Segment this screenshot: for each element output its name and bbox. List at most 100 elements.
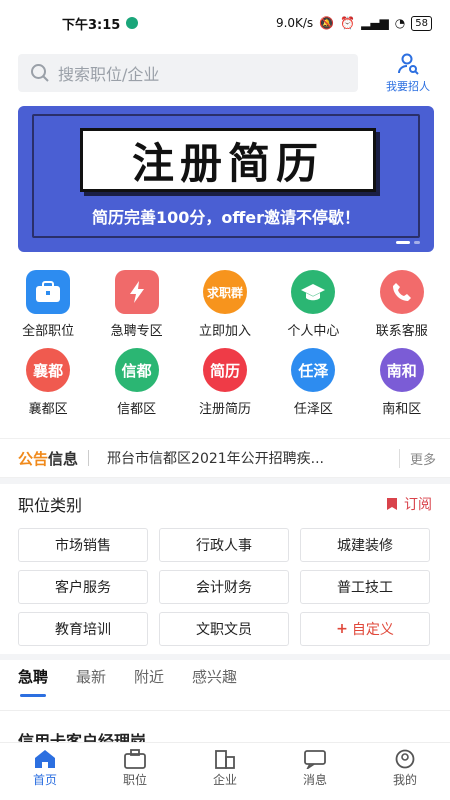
tab-nearby[interactable]: 附近: [134, 666, 164, 687]
category-item[interactable]: 教育培训: [18, 612, 148, 646]
shortcut-label: 南和区: [382, 402, 422, 417]
building-icon: [215, 750, 235, 769]
shortcut-urgent[interactable]: 急聘专区: [94, 268, 180, 346]
xindu-icon: 信都: [114, 348, 159, 392]
recruit-button[interactable]: 我要招人: [378, 52, 438, 94]
mute-icon: 🔕: [319, 16, 335, 30]
xiangdu-icon: 襄都: [26, 348, 71, 392]
search-placeholder: 搜索职位/企业: [58, 65, 160, 84]
category-item[interactable]: 行政人事: [159, 528, 289, 562]
search-icon: [31, 64, 49, 82]
nav-company[interactable]: 企业: [180, 743, 270, 800]
notice-tag: 公告信息: [18, 448, 78, 469]
status-bar: 下午3:15 9.0K/s 🔕 ⏰ ▂▄▆ ◔ 58: [0, 0, 450, 46]
join-group-icon: 求职群: [202, 270, 247, 314]
tab-latest[interactable]: 最新: [76, 666, 106, 687]
nav-label: 我的: [392, 773, 417, 787]
graduation-cap-icon: [291, 270, 336, 314]
battery-indicator: 58: [411, 15, 432, 31]
custom-label: 自定义: [351, 622, 394, 638]
search-input[interactable]: 搜索职位/企业: [18, 54, 358, 92]
shortcut-label: 联系客服: [375, 324, 428, 339]
section-gap: [0, 478, 450, 484]
plus-icon: +: [336, 621, 348, 637]
nav-label: 企业: [212, 773, 237, 787]
custom-category-button[interactable]: + 自定义: [300, 612, 430, 646]
banner-subtitle: 简历完善100分，offer邀请不停歇！: [91, 208, 361, 227]
tab-interested[interactable]: 感兴趣: [192, 666, 237, 687]
shortcut-all-jobs[interactable]: 全部职位: [5, 268, 91, 346]
lightning-icon: [114, 270, 159, 314]
nav-messages[interactable]: 消息: [270, 743, 360, 800]
shortcut-label: 任泽区: [293, 402, 333, 417]
nav-label: 消息: [302, 773, 327, 787]
briefcase-icon: [26, 270, 71, 314]
category-title: 职位类别: [18, 496, 83, 515]
alarm-icon: ⏰: [340, 16, 356, 30]
shortcut-label: 注册简历: [198, 402, 251, 417]
phone-icon: [379, 270, 424, 314]
shortcut-row-2: 襄都 襄都区 信都 信都区 简历 注册简历 任泽 任泽区 南和 南和区: [0, 346, 450, 424]
banner-pager: [396, 241, 420, 244]
banner-title: 注册简历: [80, 128, 376, 192]
promo-banner[interactable]: 注册简历 简历完善100分，offer邀请不停歇！: [18, 106, 434, 252]
home-icon: [35, 750, 55, 768]
shortcut-join[interactable]: 求职群 立即加入: [182, 268, 268, 346]
category-header: 职位类别 订阅: [18, 492, 432, 516]
subscribe-label: 订阅: [404, 497, 432, 513]
briefcase-nav-icon: [124, 749, 146, 769]
notice-tag-b: 信息: [48, 449, 79, 468]
category-item[interactable]: 文职文员: [159, 612, 289, 646]
bookmark-icon: [387, 498, 397, 510]
recruit-person-icon: [398, 53, 419, 75]
search-row: 搜索职位/企业 我要招人: [18, 52, 438, 94]
resume-icon: 简历: [202, 348, 247, 392]
section-gap: [0, 654, 450, 660]
job-tabs: 急聘 最新 附近 感兴趣: [18, 666, 237, 697]
nav-jobs[interactable]: 职位: [90, 743, 180, 800]
shortcut-support[interactable]: 联系客服: [359, 268, 445, 346]
shortcut-renze[interactable]: 任泽 任泽区: [270, 346, 356, 424]
category-item[interactable]: 会计财务: [159, 570, 289, 604]
shortcut-nanhe[interactable]: 南和 南和区: [359, 346, 445, 424]
shortcut-profile[interactable]: 个人中心: [270, 268, 356, 346]
category-item[interactable]: 客户服务: [18, 570, 148, 604]
profile-icon: [395, 749, 415, 769]
renze-icon: 任泽: [291, 348, 336, 392]
category-item[interactable]: 城建装修: [300, 528, 430, 562]
status-time: 下午3:15: [62, 17, 121, 33]
subscribe-button[interactable]: 订阅: [386, 494, 432, 514]
shortcut-label: 急聘专区: [110, 324, 163, 339]
recruit-label: 我要招人: [386, 80, 430, 93]
notice-tag-a: 公告: [18, 449, 49, 468]
message-icon: [304, 750, 326, 769]
network-speed: 9.0K/s: [275, 16, 314, 30]
notice-text[interactable]: 邢台市信都区2021年公开招聘疾...: [107, 448, 389, 468]
category-grid: 市场销售 行政人事 城建装修 客户服务 会计财务 普工技工 教育培训 文职文员 …: [18, 528, 432, 646]
shortcut-label: 个人中心: [287, 324, 340, 339]
shortcut-resume[interactable]: 简历 注册简历: [182, 346, 268, 424]
bottom-nav: 首页 职位 企业 消息 我的: [0, 742, 450, 800]
shortcut-row-1: 全部职位 急聘专区 求职群 立即加入 个人中心 联系客服: [0, 268, 450, 346]
wifi-icon: ◔: [394, 16, 406, 30]
nav-profile[interactable]: 我的: [360, 743, 450, 800]
shortcut-label: 信都区: [117, 402, 157, 417]
nav-label: 首页: [32, 773, 57, 787]
shortcut-grid: 全部职位 急聘专区 求职群 立即加入 个人中心 联系客服 襄都 襄都区 信都 信…: [0, 268, 450, 424]
nav-home[interactable]: 首页: [0, 743, 90, 800]
shortcut-label: 立即加入: [198, 324, 251, 339]
shortcut-xindu[interactable]: 信都 信都区: [94, 346, 180, 424]
category-item[interactable]: 普工技工: [300, 570, 430, 604]
nav-label: 职位: [122, 773, 147, 787]
shortcut-xiangdu[interactable]: 襄都 襄都区: [5, 346, 91, 424]
notice-bar[interactable]: 公告信息 邢台市信都区2021年公开招聘疾... 更多: [0, 438, 450, 478]
signal-icon: ▂▄▆: [361, 16, 389, 30]
shortcut-label: 全部职位: [22, 324, 75, 339]
shield-status-icon: [126, 17, 139, 29]
tab-urgent[interactable]: 急聘: [18, 666, 48, 697]
category-item[interactable]: 市场销售: [18, 528, 148, 562]
tabs-divider: [0, 710, 450, 711]
status-indicators: 9.0K/s 🔕 ⏰ ▂▄▆ ◔ 58: [275, 15, 432, 31]
notice-more-link[interactable]: 更多: [398, 448, 436, 468]
shortcut-label: 襄都区: [28, 402, 68, 417]
